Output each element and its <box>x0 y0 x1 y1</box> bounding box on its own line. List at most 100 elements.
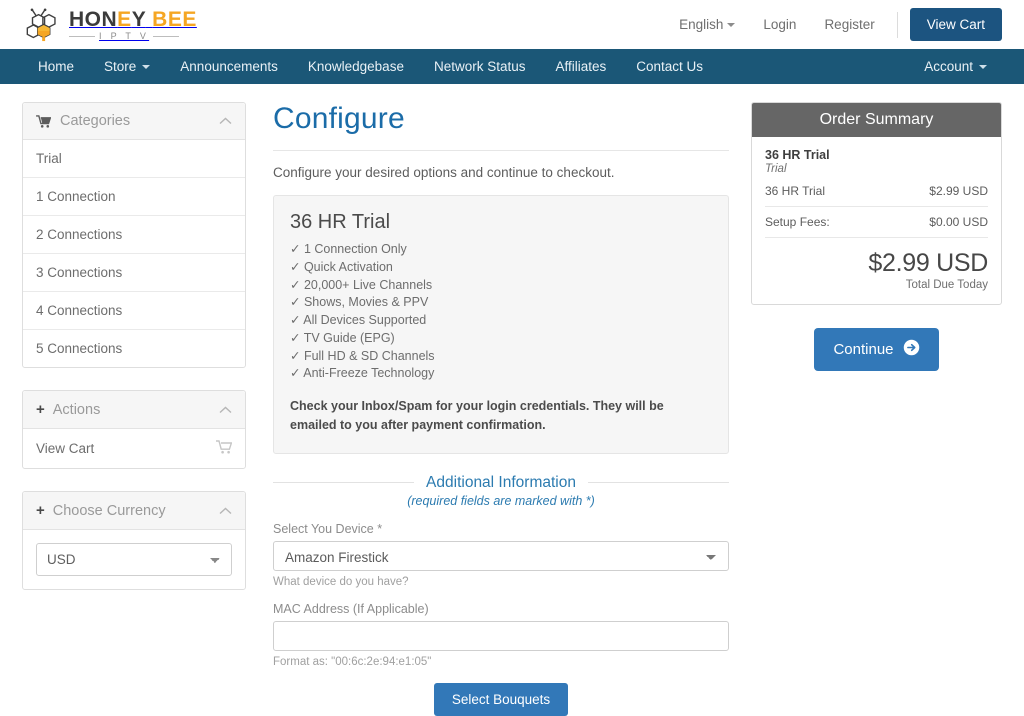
nav-item-home[interactable]: Home <box>22 49 89 84</box>
product-feature: ✓ Full HD & SD Channels <box>290 348 435 363</box>
chevron-down-icon <box>142 64 151 69</box>
nav-item-network-status[interactable]: Network Status <box>419 49 541 84</box>
heading-rule-left <box>273 482 415 483</box>
mac-field-label: MAC Address (If Applicable) <box>273 601 429 616</box>
nav-label-announcements: Announcements <box>180 59 278 74</box>
login-link[interactable]: Login <box>749 17 810 32</box>
order-summary-title: Order Summary <box>752 103 1001 137</box>
sidebar-item-label: 1 Connection <box>36 189 116 204</box>
logo-rule-right <box>153 35 180 37</box>
sidebar-item-trial[interactable]: Trial <box>23 140 245 178</box>
product-feature: ✓ Shows, Movies & PPV <box>290 295 429 310</box>
product-note: Check your Inbox/Spam for your login cre… <box>290 399 664 432</box>
nav-item-account[interactable]: Account <box>909 49 1002 84</box>
language-selector[interactable]: English <box>665 17 749 32</box>
logo-word-honey-a: HON <box>69 7 118 31</box>
currency-title: Choose Currency <box>52 502 166 519</box>
sidebar-item-view-cart[interactable]: View Cart <box>23 429 245 468</box>
nav-item-contact-us[interactable]: Contact Us <box>621 49 718 84</box>
logo-rule-left <box>69 35 95 37</box>
mac-field-help: Format as: "00:6c:2e:94:e1:05" <box>273 655 432 668</box>
order-billing-cycle: Trial <box>765 163 787 175</box>
intro-text: Configure your desired options and conti… <box>273 165 615 180</box>
sidebar-item-5-connections[interactable]: 5 Connections <box>23 330 245 367</box>
top-bar-right: English Login Register View Cart <box>665 8 1002 41</box>
page-title: Configure <box>273 102 405 135</box>
continue-label: Continue <box>833 341 894 358</box>
nav-item-knowledgebase[interactable]: Knowledgebase <box>293 49 419 84</box>
arrow-circle-right-icon <box>903 339 920 360</box>
sidebar-item-2-connections[interactable]: 2 Connections <box>23 216 245 254</box>
categories-panel: Categories Trial 1 Connection 2 Connecti… <box>22 102 246 368</box>
top-bar: HONEY BEE I P T V English Login Register… <box>0 0 1024 49</box>
actions-title: Actions <box>52 401 101 418</box>
order-summary-panel: Order Summary 36 HR Trial Trial 36 HR Tr… <box>751 102 1002 305</box>
nav-label-knowledgebase: Knowledgebase <box>307 59 404 74</box>
device-field-label: Select You Device * <box>273 521 383 536</box>
order-summary-body: 36 HR Trial Trial 36 HR Trial $2.99 USD … <box>752 137 1001 304</box>
sidebar-item-1-connection[interactable]: 1 Connection <box>23 178 245 216</box>
product-feature: ✓ 20,000+ Live Channels <box>290 277 433 292</box>
sidebar-item-label: View Cart <box>36 441 95 456</box>
plus-icon: + <box>36 502 45 519</box>
currency-select[interactable]: USD <box>36 543 232 576</box>
product-summary-box: 36 HR Trial ✓ 1 Connection Only ✓ Quick … <box>273 195 729 454</box>
required-fields-note: (required fields are marked with *) <box>407 493 595 508</box>
chevron-down-icon <box>979 64 987 69</box>
nav-items: Home Store Announcements Knowledgebase N… <box>22 49 718 84</box>
device-select[interactable]: Amazon Firestick <box>273 540 729 571</box>
continue-row: Continue <box>751 328 1002 371</box>
order-product-name: 36 HR Trial <box>765 148 830 162</box>
order-total-amount: $2.99 USD <box>868 249 988 277</box>
product-feature: ✓ 1 Connection Only <box>290 242 407 256</box>
main-navigation: Home Store Announcements Knowledgebase N… <box>0 49 1024 84</box>
currency-panel-body: USD <box>23 530 245 589</box>
heading-rule-right <box>587 482 730 483</box>
sidebar-item-label: Trial <box>36 151 62 166</box>
nav-label-affiliates: Affiliates <box>555 59 607 74</box>
order-line-value: $2.99 USD <box>929 184 988 198</box>
plus-icon: + <box>36 401 45 418</box>
sidebar-item-label: 2 Connections <box>36 227 123 242</box>
view-cart-button[interactable]: View Cart <box>909 8 1002 41</box>
currency-panel: + Choose Currency USD <box>22 491 246 590</box>
sidebar: Categories Trial 1 Connection 2 Connecti… <box>22 102 246 716</box>
register-link[interactable]: Register <box>810 17 888 32</box>
site-logo[interactable]: HONEY BEE I P T V <box>22 6 197 44</box>
order-line-value: $0.00 USD <box>929 215 988 229</box>
product-title: 36 HR Trial <box>290 211 391 233</box>
submit-row: Select Bouquets <box>273 682 729 716</box>
nav-item-affiliates[interactable]: Affiliates <box>541 49 622 84</box>
top-bar-divider <box>896 11 898 38</box>
product-feature: ✓ TV Guide (EPG) <box>290 330 395 345</box>
mac-address-input[interactable] <box>273 620 729 651</box>
categories-panel-header[interactable]: Categories <box>23 103 245 140</box>
additional-info-heading: Additional Information <box>273 474 730 492</box>
nav-item-announcements[interactable]: Announcements <box>165 49 293 84</box>
chevron-up-icon <box>219 402 232 418</box>
sidebar-item-label: 5 Connections <box>36 341 123 356</box>
nav-label-home: Home <box>38 59 75 74</box>
actions-panel-header[interactable]: + Actions <box>23 391 245 429</box>
title-divider <box>273 150 729 151</box>
sidebar-item-3-connections[interactable]: 3 Connections <box>23 254 245 292</box>
categories-title: Categories <box>60 113 131 129</box>
order-summary-column: Order Summary 36 HR Trial Trial 36 HR Tr… <box>729 102 1002 716</box>
logo-wordmark: HONEY BEE I P T V <box>69 9 197 41</box>
order-line-item: 36 HR Trial $2.99 USD <box>765 175 988 207</box>
nav-item-store[interactable]: Store <box>89 49 165 84</box>
cart-icon <box>36 114 51 128</box>
main-column: Configure Configure your desired options… <box>273 102 730 716</box>
device-field-help: What device do you have? <box>273 575 409 588</box>
sidebar-item-4-connections[interactable]: 4 Connections <box>23 292 245 330</box>
honeycomb-bee-icon <box>22 6 62 44</box>
logo-word-bee: BEE <box>152 7 197 31</box>
chevron-up-icon <box>219 503 232 519</box>
product-feature: ✓ All Devices Supported <box>290 313 427 327</box>
chevron-up-icon <box>219 113 232 129</box>
select-bouquets-button[interactable]: Select Bouquets <box>433 682 569 716</box>
actions-panel: + Actions View Cart <box>22 390 246 469</box>
currency-panel-header[interactable]: + Choose Currency <box>23 492 245 530</box>
order-total-label: Total Due Today <box>905 279 988 291</box>
continue-button[interactable]: Continue <box>814 328 939 371</box>
